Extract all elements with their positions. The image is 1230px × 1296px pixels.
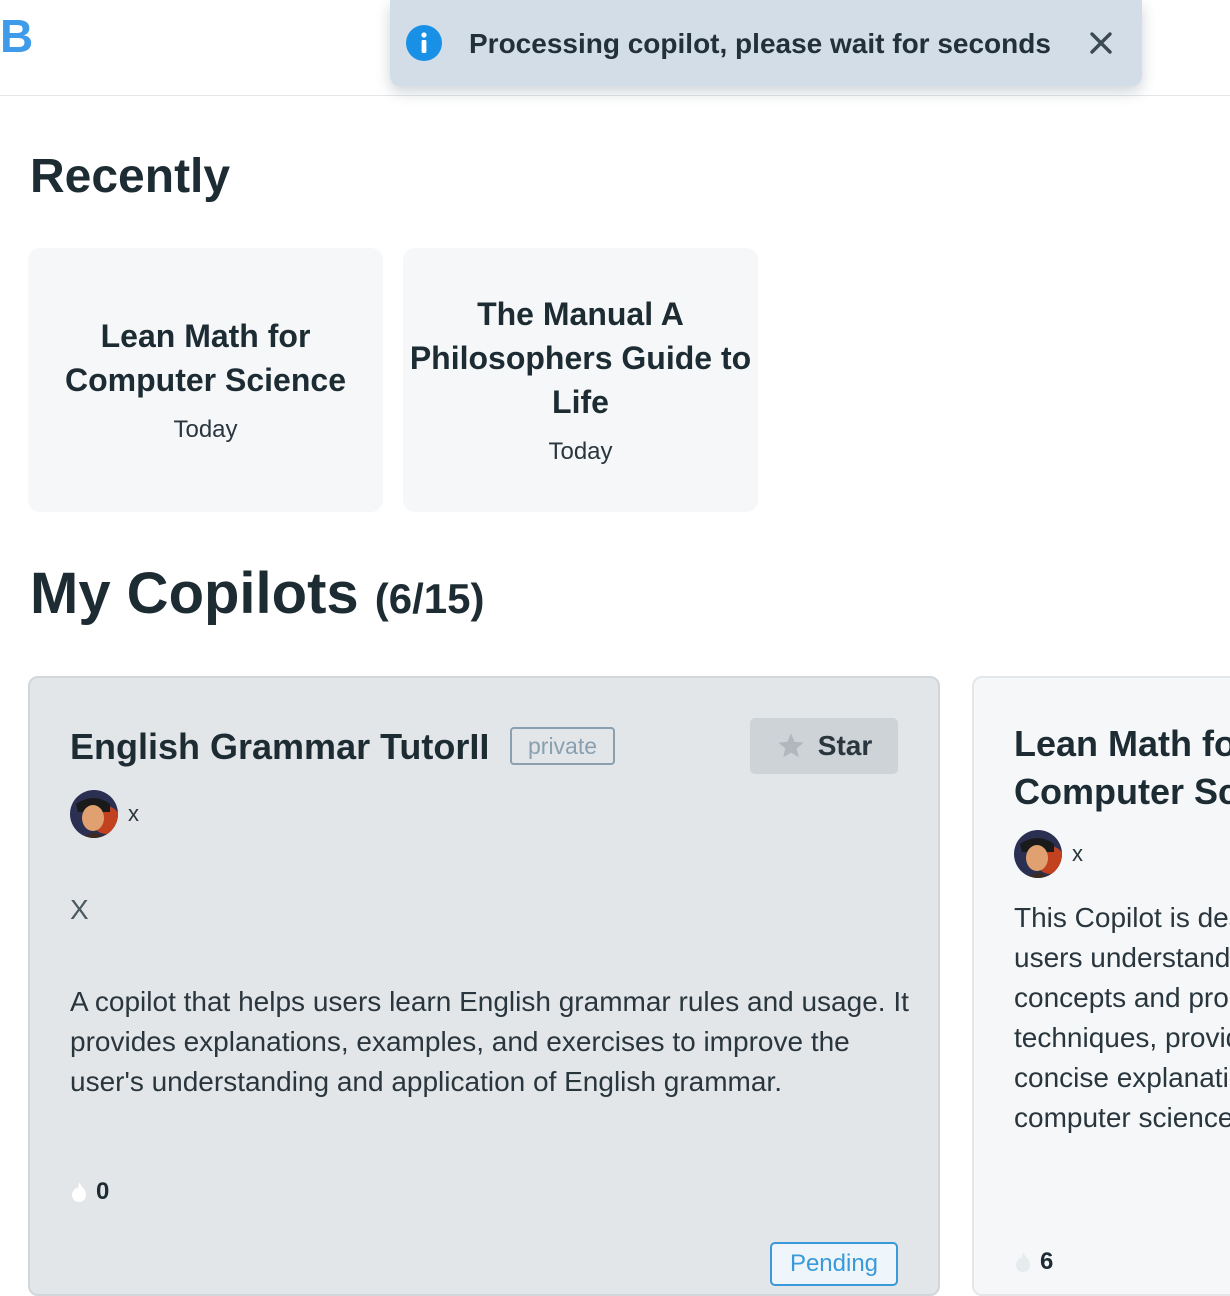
copilot-summary: X (70, 894, 89, 925)
author-name: x (128, 801, 139, 826)
recent-card-title: The Manual A Philosophers Guide to Life (409, 296, 752, 420)
flame-icon (72, 1182, 86, 1202)
avatar (1014, 830, 1062, 878)
star-button[interactable]: Star (750, 718, 898, 774)
close-icon[interactable] (1086, 28, 1116, 58)
copilot-title: Lean Math for Computer Science (1014, 723, 1230, 812)
my-copilots-count: (6/15) (374, 575, 485, 622)
recent-card-title: Lean Math for Computer Science (65, 318, 346, 398)
copilot-description: This Copilot is designed to help users u… (1014, 902, 1230, 1133)
my-copilots-heading: My Copilots (6/15) (30, 560, 485, 633)
recent-card-date: Today (173, 416, 238, 443)
star-icon (778, 733, 804, 758)
toast-message: Processing copilot, please wait for seco… (469, 28, 1051, 59)
usage-count: 6 (1040, 1248, 1054, 1275)
my-copilots-title: My Copilots (30, 561, 359, 626)
app-logo[interactable]: B (0, 10, 33, 62)
usage-stat: 0 (70, 1178, 109, 1206)
author: x (70, 790, 139, 838)
author-name: x (1072, 841, 1083, 866)
recent-card[interactable]: Lean Math for Computer Science Today (28, 248, 383, 512)
copilot-title: English Grammar TutorII (70, 726, 490, 767)
notification-toast: Processing copilot, please wait for seco… (390, 0, 1142, 86)
copilot-card[interactable]: Lean Math for Computer Science x This Co… (972, 676, 1230, 1296)
recently-heading: Recently (30, 150, 231, 203)
recent-card[interactable]: The Manual A Philosophers Guide to Life … (403, 248, 758, 512)
star-label: Star (817, 730, 873, 761)
avatar (70, 790, 118, 838)
usage-stat: 6 (1014, 1248, 1053, 1276)
status-badge: Pending (770, 1242, 898, 1286)
info-icon (406, 25, 442, 61)
usage-count: 0 (96, 1178, 110, 1205)
recent-card-date: Today (548, 438, 613, 465)
author: x (1014, 830, 1083, 878)
copilot-description: A copilot that helps users learn English… (70, 986, 909, 1097)
copilot-card[interactable]: English Grammar TutorII private Star x X… (28, 676, 940, 1296)
visibility-badge: private (510, 727, 616, 765)
